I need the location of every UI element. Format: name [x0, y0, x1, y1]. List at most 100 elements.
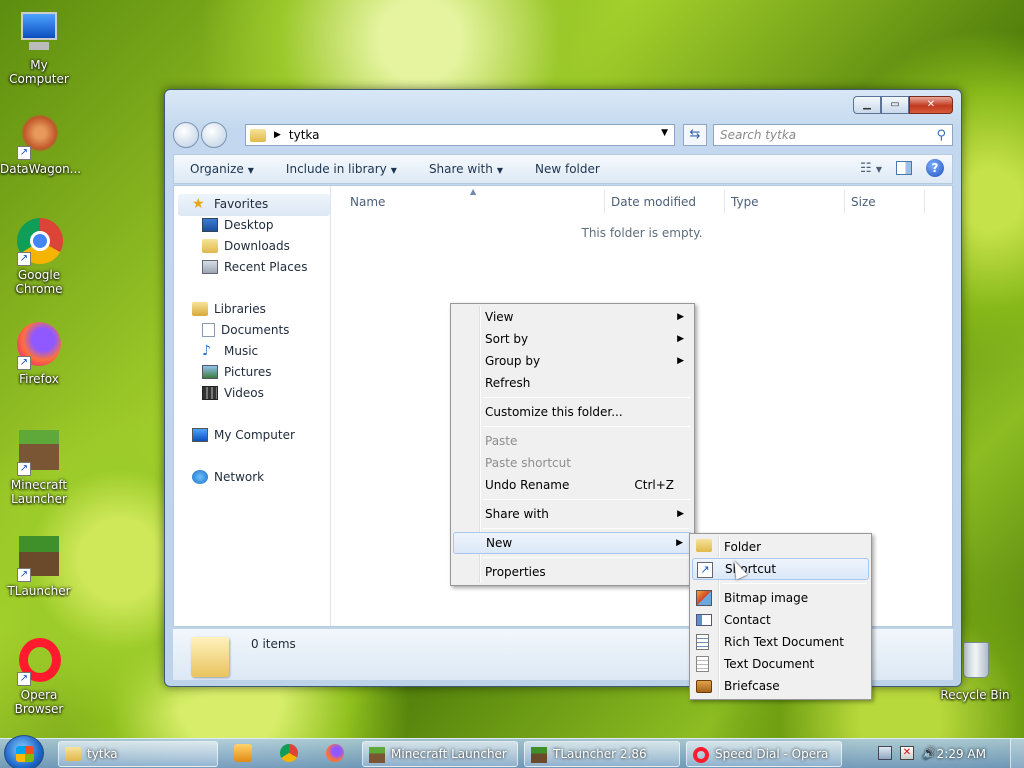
close-button[interactable]: ✕ — [909, 96, 953, 114]
menu-item-group-by[interactable]: Group by ▶ — [453, 350, 692, 372]
menu-item-view[interactable]: View ▶ — [453, 306, 692, 328]
taskbar-item-opera[interactable]: Speed Dial - Opera — [686, 741, 842, 767]
organize-button[interactable]: Organize ▼ — [174, 162, 270, 176]
chevron-down-icon: ▼ — [390, 166, 397, 175]
desktop-icon-minecraft[interactable]: ↗ Minecraft Launcher — [0, 428, 78, 506]
menu-item-sort-by[interactable]: Sort by ▶ — [453, 328, 692, 350]
desktop-icon-label: My Computer — [9, 58, 69, 86]
submenu-item-briefcase[interactable]: Briefcase — [692, 675, 869, 697]
window-controls: ▁ ▭ ✕ — [853, 96, 953, 114]
breadcrumb-arrow-icon[interactable]: ▶ — [274, 130, 281, 140]
desktop-icon-label: Recycle Bin — [940, 688, 1010, 702]
menu-item-paste: Paste — [485, 434, 518, 448]
forward-button[interactable] — [201, 122, 227, 148]
back-button[interactable] — [173, 122, 199, 148]
folder-icon — [696, 539, 712, 552]
text-document-icon — [696, 656, 709, 672]
maximize-button[interactable]: ▭ — [881, 96, 909, 114]
menu-item-customize-folder[interactable]: Customize this folder... — [453, 401, 692, 423]
address-bar[interactable]: ▶ tytka ▼ — [245, 124, 675, 146]
desktop-icon — [202, 218, 218, 232]
nav-documents[interactable]: Documents — [202, 323, 289, 337]
action-center-icon[interactable]: ✕ — [900, 746, 914, 760]
start-button[interactable] — [4, 735, 44, 768]
desktop-icon-label: TLauncher — [7, 584, 71, 598]
taskbar-item-explorer[interactable]: tytka — [58, 741, 218, 767]
new-folder-button[interactable]: New folder — [519, 162, 616, 176]
submenu-item-rich-text[interactable]: Rich Text Document — [692, 631, 869, 653]
column-header-size[interactable]: Size — [845, 190, 925, 214]
chevron-right-icon: ▶ — [677, 509, 684, 519]
nav-music[interactable]: ♪ Music — [202, 344, 258, 358]
chrome-icon[interactable] — [280, 744, 298, 762]
column-header-type[interactable]: Type — [725, 190, 845, 214]
include-in-library-button[interactable]: Include in library ▼ — [270, 162, 413, 176]
menu-item-new[interactable]: New ▶ — [453, 532, 692, 554]
nav-desktop[interactable]: Desktop — [202, 218, 274, 232]
nav-my-computer[interactable]: My Computer — [192, 428, 295, 442]
taskbar: tytka Minecraft Launcher TLauncher 2.86 … — [0, 735, 1024, 768]
chevron-down-icon[interactable]: ▼ — [661, 128, 668, 138]
tlauncher-icon — [531, 747, 547, 763]
nav-favorites[interactable]: ★ Favorites — [192, 197, 268, 211]
taskbar-clock[interactable]: 2:29 AM — [937, 739, 986, 768]
menu-item-properties[interactable]: Properties — [453, 561, 692, 583]
nav-recent-places[interactable]: Recent Places — [202, 260, 307, 274]
menu-item-paste-shortcut: Paste shortcut — [485, 456, 571, 470]
desktop-icon-opera[interactable]: ↗ Opera Browser — [0, 638, 78, 716]
refresh-button[interactable]: ⇆ — [683, 124, 707, 146]
folder-icon — [250, 128, 266, 142]
desktop-icon-firefox[interactable]: ↗ Firefox — [0, 322, 78, 386]
shortcut-icon: ↗ — [697, 562, 713, 578]
submenu-item-shortcut[interactable]: ↗ Shortcut — [692, 558, 869, 580]
taskbar-item-minecraft[interactable]: Minecraft Launcher — [362, 741, 518, 767]
preview-pane-icon[interactable] — [896, 161, 912, 175]
share-with-button[interactable]: Share with ▼ — [413, 162, 519, 176]
videos-icon — [202, 386, 218, 400]
nav-libraries[interactable]: Libraries — [192, 302, 266, 316]
search-placeholder: Search tytka — [720, 128, 797, 142]
nav-downloads[interactable]: Downloads — [202, 239, 290, 253]
opera-icon: ↗ — [15, 638, 63, 686]
desktop-icon-my-computer[interactable]: My Computer — [0, 8, 78, 86]
firefox-icon[interactable] — [326, 744, 344, 762]
desktop-icon-tlauncher[interactable]: ↗ TLauncher — [0, 534, 78, 598]
breadcrumb-current[interactable]: tytka — [289, 128, 320, 142]
bitmap-image-icon — [696, 590, 712, 606]
desktop-icon-datawagon[interactable]: ↗ DataWagon... — [0, 112, 81, 176]
media-player-icon[interactable] — [234, 744, 252, 762]
network-icon — [192, 470, 208, 484]
column-header-date[interactable]: Date modified — [605, 190, 725, 214]
help-icon[interactable]: ? — [926, 159, 944, 177]
column-header-name[interactable]: Name ▲ — [332, 187, 605, 214]
volume-icon[interactable]: 🔊 — [922, 746, 937, 760]
datawagon-icon: ↗ — [15, 112, 63, 160]
shortcut-arrow-icon: ↗ — [17, 462, 31, 476]
search-input[interactable]: Search tytka ⚲ — [713, 124, 953, 146]
search-icon[interactable]: ⚲ — [936, 126, 946, 146]
submenu-item-bitmap[interactable]: Bitmap image — [692, 587, 869, 609]
taskbar-item-tlauncher[interactable]: TLauncher 2.86 — [524, 741, 680, 767]
submenu-item-folder[interactable]: Folder — [692, 536, 869, 558]
minimize-button[interactable]: ▁ — [853, 96, 881, 114]
show-desktop-button[interactable] — [1010, 739, 1024, 768]
menu-item-undo-rename[interactable]: Undo Rename Ctrl+Z — [453, 474, 692, 496]
submenu-item-contact[interactable]: Contact — [692, 609, 869, 631]
shortcut-arrow-icon: ↗ — [17, 146, 31, 160]
nav-videos[interactable]: Videos — [202, 386, 264, 400]
submenu-item-text-document[interactable]: Text Document — [692, 653, 869, 675]
desktop-icon-chrome[interactable]: ↗ Google Chrome — [0, 218, 78, 296]
nav-network[interactable]: Network — [192, 470, 264, 484]
firefox-icon: ↗ — [15, 322, 63, 370]
menu-item-share-with[interactable]: Share with ▶ — [453, 503, 692, 525]
desktop-icon-label: Minecraft Launcher — [10, 478, 68, 506]
nav-pictures[interactable]: Pictures — [202, 365, 272, 379]
pictures-icon — [202, 365, 218, 379]
view-options-icon[interactable]: ☷ ▼ — [860, 161, 882, 176]
briefcase-icon — [696, 680, 712, 693]
contact-icon — [696, 614, 712, 626]
network-tray-icon[interactable] — [878, 746, 892, 760]
downloads-folder-icon — [202, 239, 218, 253]
menu-item-refresh[interactable]: Refresh — [453, 372, 692, 394]
desktop-icon-label: Opera Browser — [14, 688, 64, 716]
